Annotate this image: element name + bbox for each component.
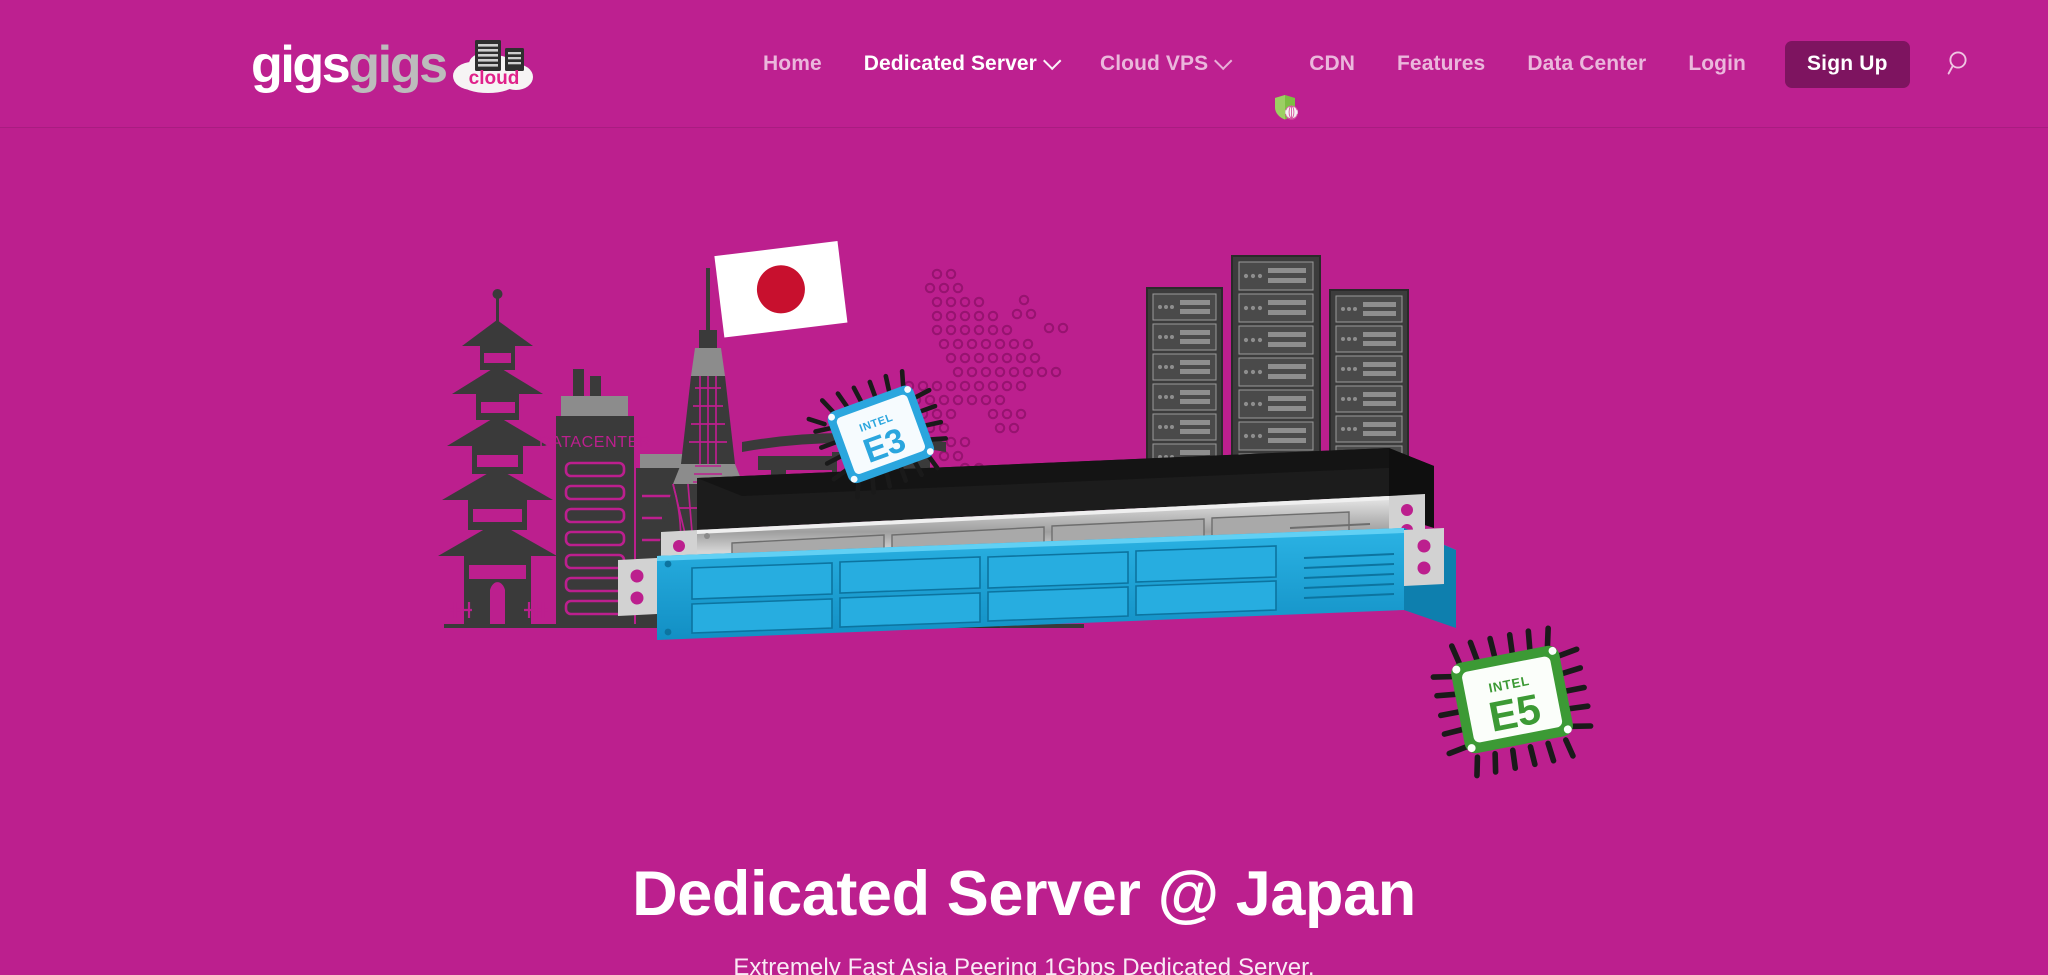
logo-cloud-label: cloud bbox=[468, 68, 519, 89]
japan-datacenter-illustration: DATACENTER INTEL E3 INTEL E5 bbox=[438, 228, 1604, 779]
japan-flag bbox=[714, 241, 848, 338]
nav-item-login[interactable]: Login bbox=[1667, 0, 1767, 128]
nav-label: CDN bbox=[1309, 52, 1355, 75]
logo-word-grey: gigs bbox=[348, 36, 448, 94]
nav-label: Login bbox=[1688, 52, 1746, 75]
chevron-down-icon bbox=[1042, 51, 1062, 70]
site-header: gigs gigs cloud Home Dedicated Server Cl… bbox=[0, 0, 2048, 128]
nav-item-dedicated-server[interactable]: Dedicated Server bbox=[843, 0, 1079, 128]
nav-item-data-center[interactable]: Data Center bbox=[1506, 0, 1667, 128]
cloud-server-icon: cloud bbox=[448, 36, 540, 94]
nav-label: Dedicated Server bbox=[863, 52, 1037, 75]
nav-label: Home bbox=[763, 52, 822, 75]
logo-word-light: gigs bbox=[251, 36, 351, 94]
nav-item-home[interactable]: Home bbox=[742, 0, 843, 128]
search-button[interactable] bbox=[1940, 44, 1980, 84]
nav-item-cdn[interactable]: CDN bbox=[1250, 0, 1376, 128]
search-icon bbox=[1947, 50, 1973, 79]
nav-item-cloud-vps[interactable]: Cloud VPS bbox=[1079, 0, 1250, 128]
page-root: gigs gigs cloud Home Dedicated Server Cl… bbox=[0, 0, 2048, 975]
green-shield-icon bbox=[1271, 51, 1299, 120]
cpu-chip-e5: INTEL E5 bbox=[1430, 625, 1594, 779]
nav-item-features[interactable]: Features bbox=[1376, 0, 1506, 128]
nav-label: Data Center bbox=[1527, 52, 1647, 75]
nav-label: Cloud VPS bbox=[1099, 52, 1209, 75]
chip-e5-model: E5 bbox=[1485, 685, 1544, 741]
site-logo[interactable]: gigs gigs cloud bbox=[251, 34, 540, 96]
page-title: Dedicated Server @ Japan bbox=[632, 859, 1416, 929]
page-subtitle: Extremely Fast Asia Peering 1Gbps Dedica… bbox=[733, 954, 1315, 975]
datacenter-building-label: DATACENTER bbox=[539, 434, 651, 451]
nav-label: Features bbox=[1397, 52, 1486, 75]
chevron-down-icon bbox=[1214, 51, 1233, 70]
main-navigation: Home Dedicated Server Cloud VPS CDN Feat… bbox=[742, 0, 1980, 128]
sign-up-button[interactable]: Sign Up bbox=[1784, 40, 1910, 88]
hero-section: DATACENTER INTEL E3 INTEL E5 Dedicated S… bbox=[0, 128, 2048, 975]
